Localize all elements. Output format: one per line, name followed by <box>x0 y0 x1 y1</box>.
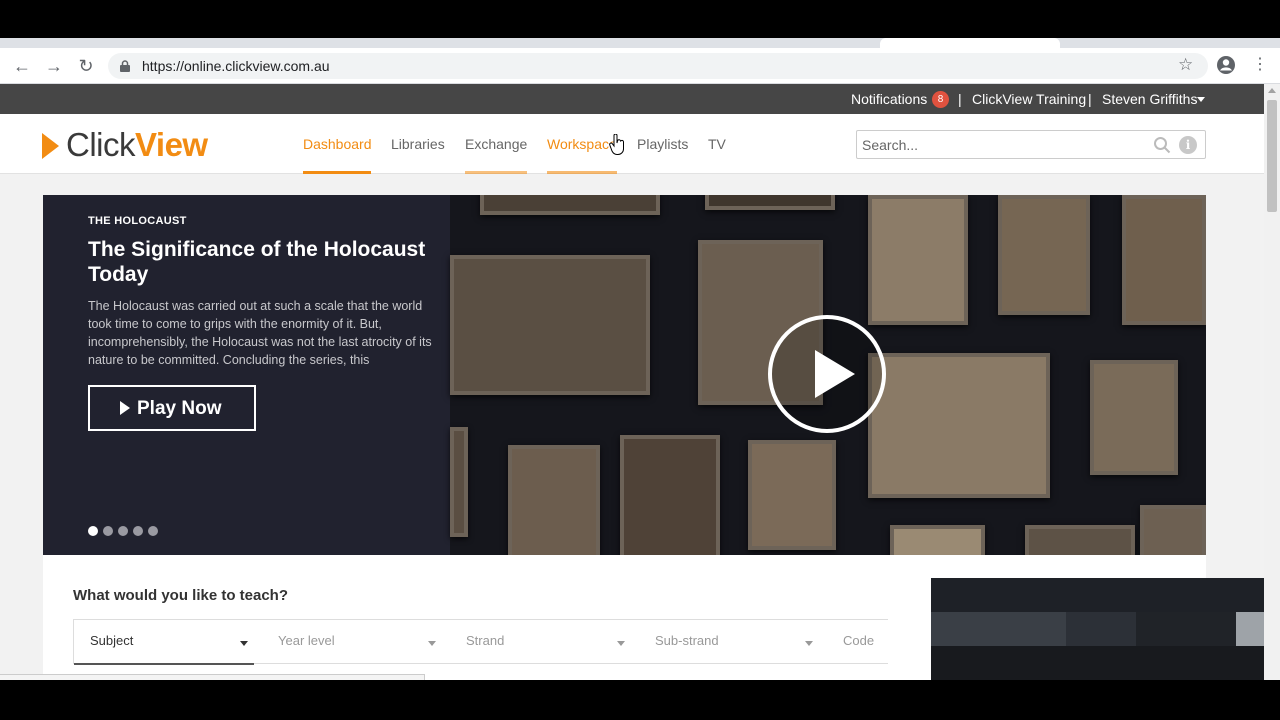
logo-play-icon <box>42 133 59 159</box>
subject-underline <box>74 663 254 665</box>
curriculum-filters: Subject Year level Strand Sub-strand Cod… <box>73 619 888 665</box>
photo-frame <box>508 445 600 555</box>
user-menu[interactable]: Steven Griffiths <box>1102 91 1197 107</box>
clickview-training-link[interactable]: ClickView Training <box>972 91 1086 107</box>
site-top-bar: Notifications 8 | ClickView Training | S… <box>0 84 1264 114</box>
carousel-dot[interactable] <box>118 526 128 536</box>
chevron-down-icon[interactable] <box>617 641 625 646</box>
carousel-dot[interactable] <box>88 526 98 536</box>
photo-frame <box>890 525 985 555</box>
photo-frame <box>450 427 468 537</box>
nav-dashboard-underline <box>303 171 371 174</box>
photo-frame <box>1025 525 1135 555</box>
chevron-down-icon[interactable] <box>240 641 248 646</box>
photo-frame <box>705 195 835 210</box>
hero-text-panel: THE HOLOCAUST The Significance of the Ho… <box>43 195 450 555</box>
photo-frame <box>868 353 1050 498</box>
teach-heading: What would you like to teach? <box>73 587 289 604</box>
nav-workspace-underline <box>547 171 617 174</box>
search-input[interactable] <box>862 135 1142 155</box>
nav-exchange[interactable]: Exchange <box>465 136 527 152</box>
featured-carousel: THE HOLOCAUST The Significance of the Ho… <box>43 195 1206 555</box>
lock-icon <box>120 60 130 72</box>
chevron-down-icon[interactable] <box>1197 97 1205 102</box>
year-level-dropdown[interactable]: Year level <box>278 633 335 648</box>
code-dropdown[interactable]: Code <box>843 633 874 648</box>
hero-description: The Holocaust was carried out at such a … <box>88 299 432 367</box>
nav-exchange-underline <box>465 171 527 174</box>
page-scrollbar[interactable] <box>1264 84 1280 680</box>
browser-toolbar: ← → ↻ https://online.clickview.com.au ☆ … <box>0 48 1280 84</box>
photo-frame <box>480 195 660 215</box>
hero-category: THE HOLOCAUST <box>88 215 187 227</box>
photo-frame <box>868 195 968 325</box>
bookmark-star-icon[interactable]: ☆ <box>1178 55 1193 75</box>
photo-frame <box>620 435 720 555</box>
chevron-down-icon[interactable] <box>428 641 436 646</box>
carousel-dot[interactable] <box>103 526 113 536</box>
active-tab[interactable] <box>880 38 1060 48</box>
logo-click: Click <box>66 126 136 163</box>
photo-frame <box>1140 505 1206 555</box>
chevron-down-icon[interactable] <box>805 641 813 646</box>
nav-dashboard[interactable]: Dashboard <box>303 136 372 152</box>
search-icon[interactable] <box>1153 136 1171 154</box>
play-now-label: Play Now <box>137 398 222 419</box>
nav-tv[interactable]: TV <box>708 136 726 152</box>
photo-frame <box>1122 195 1206 325</box>
reload-icon[interactable]: ↻ <box>75 55 97 77</box>
logo-view: View <box>135 126 208 163</box>
scroll-thumb[interactable] <box>1267 100 1277 212</box>
url-text: https://online.clickview.com.au <box>142 58 330 74</box>
address-bar[interactable]: https://online.clickview.com.au ☆ <box>108 53 1208 79</box>
play-icon <box>120 401 130 415</box>
strand-dropdown[interactable]: Strand <box>466 633 504 648</box>
search-box: i <box>856 130 1206 159</box>
hero-title[interactable]: The Significance of the Holocaust Today <box>88 237 438 287</box>
account-icon[interactable] <box>1216 55 1236 75</box>
play-icon <box>815 350 855 398</box>
nav-libraries[interactable]: Libraries <box>391 136 445 152</box>
nav-workspace[interactable]: Workspace <box>547 136 617 152</box>
video-play-button[interactable] <box>768 315 886 433</box>
photo-frame <box>748 440 836 550</box>
carousel-dot[interactable] <box>148 526 158 536</box>
status-bar <box>0 674 425 680</box>
site-header: ClickView Dashboard Libraries Exchange W… <box>0 114 1264 174</box>
browser-menu-icon[interactable]: ⋮ <box>1252 54 1268 74</box>
tab-strip <box>0 38 1280 48</box>
webcam-overlay <box>931 578 1270 680</box>
back-icon[interactable]: ← <box>11 55 33 77</box>
photo-frame <box>450 255 650 395</box>
scroll-up-icon[interactable] <box>1268 88 1276 93</box>
subject-dropdown[interactable]: Subject <box>90 633 133 648</box>
forward-icon[interactable]: → <box>43 55 65 77</box>
sub-strand-dropdown[interactable]: Sub-strand <box>655 633 719 648</box>
play-now-button[interactable]: Play Now <box>88 385 256 431</box>
notifications-count-badge[interactable]: 8 <box>932 91 949 108</box>
nav-playlists[interactable]: Playlists <box>637 136 688 152</box>
browser-window: ← → ↻ https://online.clickview.com.au ☆ … <box>0 38 1280 680</box>
notifications-link[interactable]: Notifications <box>851 91 927 107</box>
carousel-dot[interactable] <box>133 526 143 536</box>
hand-cursor-icon <box>609 134 624 155</box>
separator: | <box>958 91 962 107</box>
separator: | <box>1088 91 1092 107</box>
photo-frame <box>1090 360 1178 475</box>
photo-frame <box>998 195 1090 315</box>
hero-image[interactable] <box>450 195 1206 555</box>
info-icon[interactable]: i <box>1179 136 1197 154</box>
